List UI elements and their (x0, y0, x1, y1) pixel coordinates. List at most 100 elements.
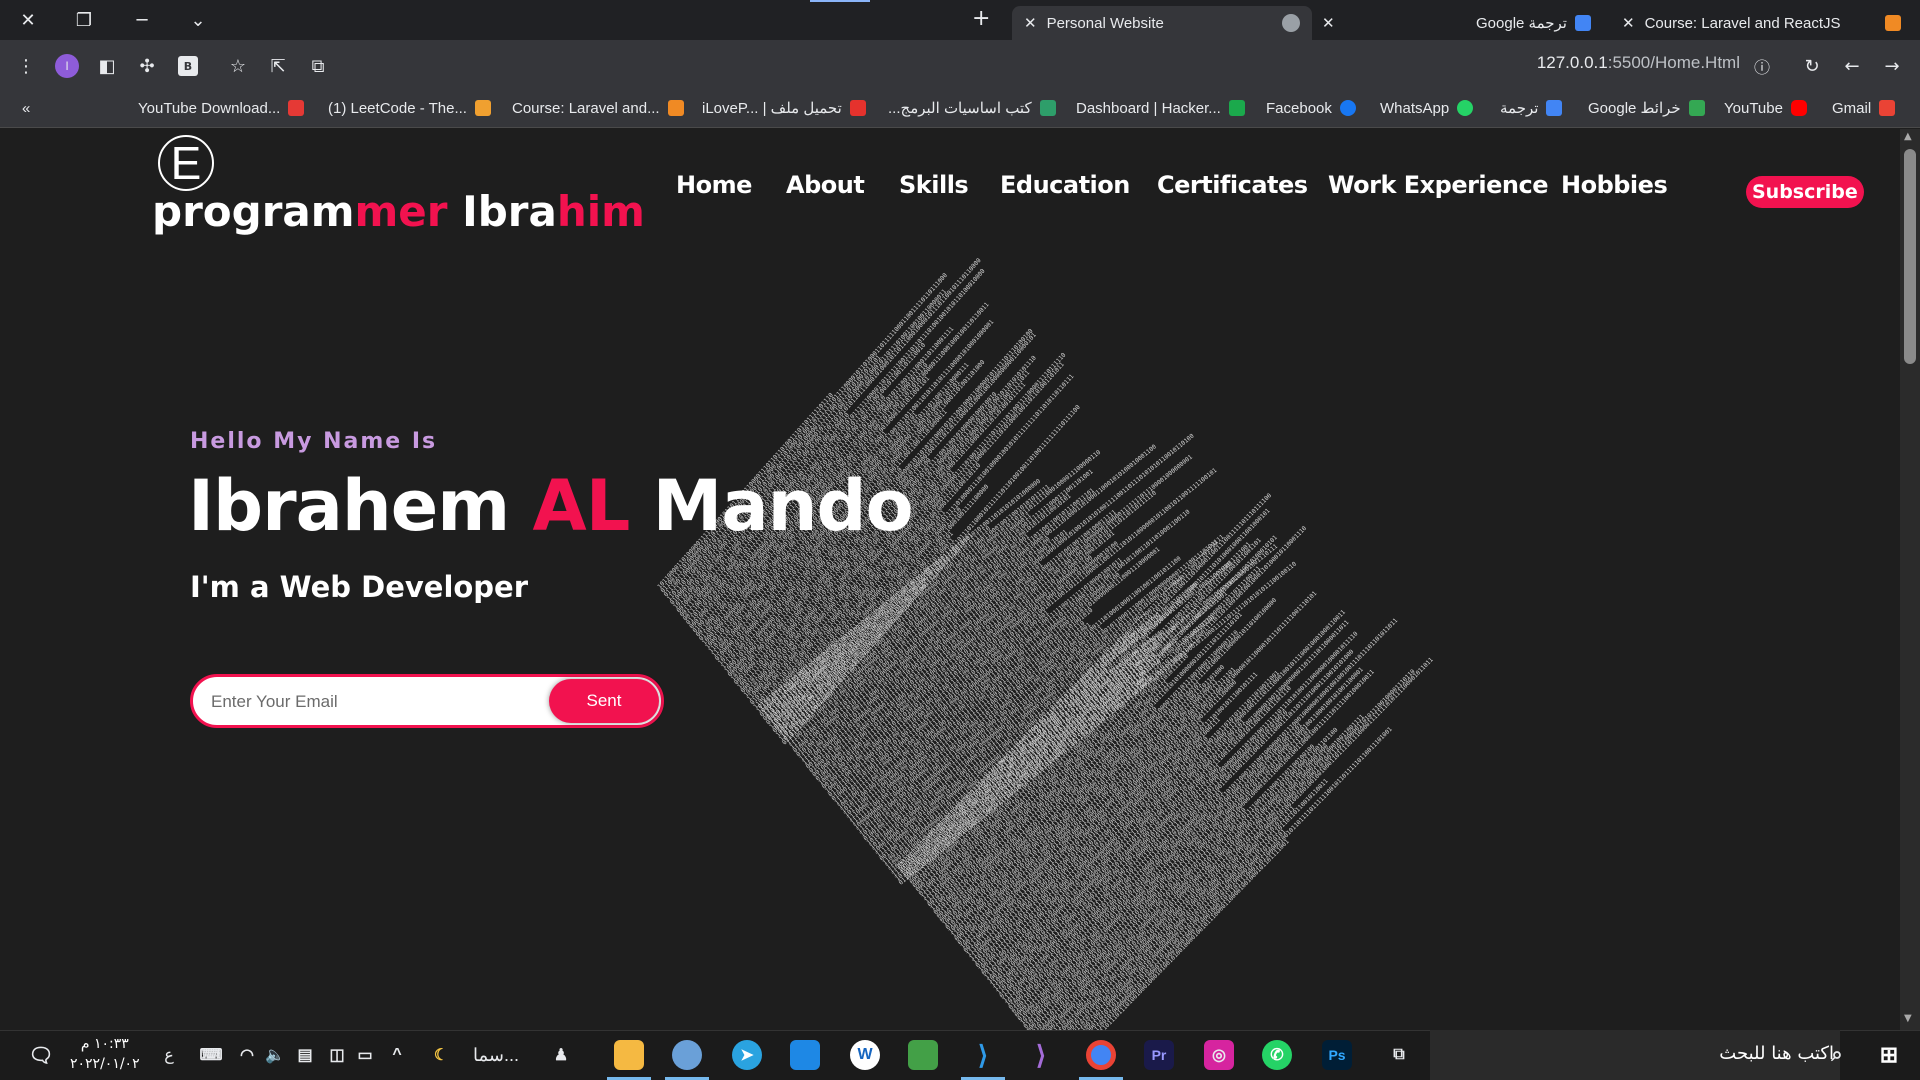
address-bar[interactable]: 127.0.0.1:5500/Home.Html (1537, 53, 1740, 73)
site-logo[interactable]: programmer Ibrahim (152, 187, 645, 236)
input-language[interactable]: ع (154, 1040, 184, 1070)
telegram-icon[interactable]: ➤ (732, 1040, 762, 1070)
binary-stream: 0111011111100010001011000110111110101011… (896, 540, 1219, 871)
share-icon[interactable]: ⇱ (266, 54, 290, 78)
restore-window-icon[interactable]: ❐ (70, 6, 98, 34)
whatsapp-icon[interactable]: ✆ (1262, 1040, 1292, 1070)
visual-studio-icon[interactable]: ⟩ (1026, 1040, 1056, 1070)
bookmark-item[interactable]: Facebook (1266, 96, 1356, 120)
clock-time: ١٠:٣٣ م (70, 1034, 140, 1054)
bookmark-item[interactable]: ...كتب اساسيات البرمج (888, 96, 1056, 120)
bookmark-item[interactable]: Course: Laravel and... (512, 96, 684, 120)
scrollbar-thumb[interactable] (1904, 149, 1916, 364)
virtualbox-icon[interactable] (790, 1040, 820, 1070)
task-view-icon[interactable]: ⧉ (1384, 1040, 1414, 1070)
logo-text-part: program (152, 187, 355, 236)
binary-stream: 0100011001100000111010111111110010111100… (792, 528, 1069, 754)
paint-icon[interactable] (672, 1040, 702, 1070)
tab-course-laravel[interactable]: ✕ Course: Laravel and ReactJS (1622, 6, 1901, 40)
binary-stream: 0110001100000100101011000100110001001101… (917, 652, 1157, 897)
bookmark-item[interactable]: Dashboard | Hacker... (1076, 96, 1245, 120)
file-explorer-icon[interactable] (614, 1040, 644, 1070)
bookmark-item[interactable]: (1) LeetCode - The... (328, 96, 491, 120)
hero-first-name: Ibrahem (188, 465, 533, 547)
bookmark-item[interactable]: iLoveP... | تحميل ملف (702, 96, 866, 120)
volume-icon[interactable]: 🔈 (260, 1040, 290, 1070)
vscode-icon[interactable]: ⟩ (968, 1040, 998, 1070)
word-icon[interactable]: W (850, 1040, 880, 1070)
keyboard-icon[interactable]: ⌨ (196, 1040, 226, 1070)
bookmark-item[interactable]: Gmail (1832, 96, 1895, 120)
close-tab-icon[interactable]: ✕ (1024, 14, 1037, 32)
tab-search-icon[interactable]: ⌄ (184, 6, 212, 34)
bookmarks-overflow-icon[interactable]: « (22, 96, 30, 120)
app-icon[interactable] (908, 1040, 938, 1070)
minimize-window-icon[interactable]: ─ (128, 6, 156, 34)
nav-about[interactable]: About (786, 171, 864, 199)
bookmark-item[interactable]: YouTube (1724, 96, 1807, 120)
extension-b-icon[interactable]: B (178, 56, 198, 76)
tray-expand-icon[interactable]: ^ (382, 1040, 412, 1070)
bookmark-item[interactable]: WhatsApp (1380, 96, 1473, 120)
nav-certificates[interactable]: Certificates (1157, 171, 1308, 199)
tab-google-translate[interactable]: Google ترجمة (1476, 6, 1591, 40)
forward-icon[interactable]: → (1880, 54, 1904, 78)
photoshop-icon[interactable]: Ps (1322, 1040, 1352, 1070)
bookmark-label: Facebook (1266, 100, 1332, 117)
tab-personal-website[interactable]: ✕ Personal Website (1012, 6, 1312, 40)
nav-home[interactable]: Home (676, 171, 752, 199)
scroll-up-icon[interactable]: ▲ (1904, 131, 1912, 142)
binary-stream: 1011000100011000110101001010010100111111… (1019, 727, 1312, 1027)
email-input[interactable] (211, 689, 541, 715)
sent-button[interactable]: Sent (549, 679, 659, 723)
bookmark-item[interactable]: Google خرائط (1588, 96, 1705, 120)
instagram-icon[interactable]: ◎ (1204, 1040, 1234, 1070)
meet-icon[interactable]: ◫ (322, 1040, 352, 1070)
windows-start-icon[interactable]: ⊞ (1874, 1040, 1904, 1070)
premiere-icon[interactable]: Pr (1144, 1040, 1174, 1070)
chrome-icon[interactable] (1086, 1040, 1116, 1070)
profile-avatar[interactable]: I (55, 54, 79, 78)
site-info-icon[interactable]: ⓘ (1750, 54, 1774, 78)
bookmark-item[interactable]: ترجمة (1500, 96, 1562, 120)
nav-work-experience[interactable]: Work Experience (1328, 171, 1548, 199)
binary-stream: 0010111010110010011111010001111001110100… (926, 565, 1262, 909)
bookmark-star-icon[interactable]: ☆ (226, 54, 250, 78)
reload-icon[interactable]: ↻ (1800, 54, 1824, 78)
binary-stream: 0010100010110111010000010111101110100111… (932, 652, 1190, 916)
binary-stream: 1001111000111000000010000010000000001111… (959, 666, 1237, 950)
side-panel-icon[interactable]: ◧ (95, 54, 119, 78)
weather-label[interactable]: سما... (466, 1040, 526, 1070)
battery-icon[interactable]: ▭ (350, 1040, 380, 1070)
close-window-icon[interactable]: ✕ (14, 6, 42, 34)
wifi-icon[interactable]: ◠ (232, 1040, 262, 1070)
menu-icon[interactable]: ⋮ (14, 54, 38, 78)
notifications-icon[interactable]: 🗨 (26, 1040, 56, 1070)
nav-skills[interactable]: Skills (899, 171, 968, 199)
binary-stream: 1110000011110101111100101001001010101001… (968, 719, 1206, 962)
close-tab-button[interactable]: ✕ (1322, 6, 1345, 40)
back-icon[interactable]: ← (1840, 54, 1864, 78)
subscribe-button[interactable]: Subscribe (1746, 176, 1864, 208)
nav-education[interactable]: Education (1000, 171, 1130, 199)
new-tab-button[interactable]: + (972, 6, 990, 31)
logo-badge[interactable]: E (158, 135, 214, 191)
binary-stream: 1100100010000100011001110110011100010111… (992, 685, 1293, 992)
bookmark-item[interactable]: YouTube Download... (138, 96, 304, 120)
globe-icon (1282, 14, 1300, 32)
scroll-down-icon[interactable]: ▼ (1904, 1013, 1912, 1024)
taskbar-clock[interactable]: ١٠:٣٣ م ٢٠٢٢/٠١/٠٢ (70, 1034, 140, 1074)
translate-page-icon[interactable]: ⧉ (306, 54, 330, 78)
weather-moon-icon[interactable]: ☾ (426, 1040, 456, 1070)
people-icon[interactable]: ♟ (546, 1040, 576, 1070)
network-icon[interactable]: ▤ (290, 1040, 320, 1070)
scrollbar[interactable]: ▲ ▼ (1900, 129, 1920, 1030)
url-path: :5500/Home.Html (1608, 53, 1740, 72)
search-icon[interactable]: ⌕ (1822, 1040, 1852, 1070)
bookmark-label: YouTube Download... (138, 100, 280, 117)
tab-title: Course: Laravel and ReactJS (1645, 15, 1841, 32)
nav-hobbies[interactable]: Hobbies (1561, 171, 1667, 199)
extensions-icon[interactable]: ✣ (135, 54, 159, 78)
close-tab-icon[interactable]: ✕ (1622, 14, 1635, 32)
hero-name: Ibrahem AL Mando (188, 465, 913, 547)
